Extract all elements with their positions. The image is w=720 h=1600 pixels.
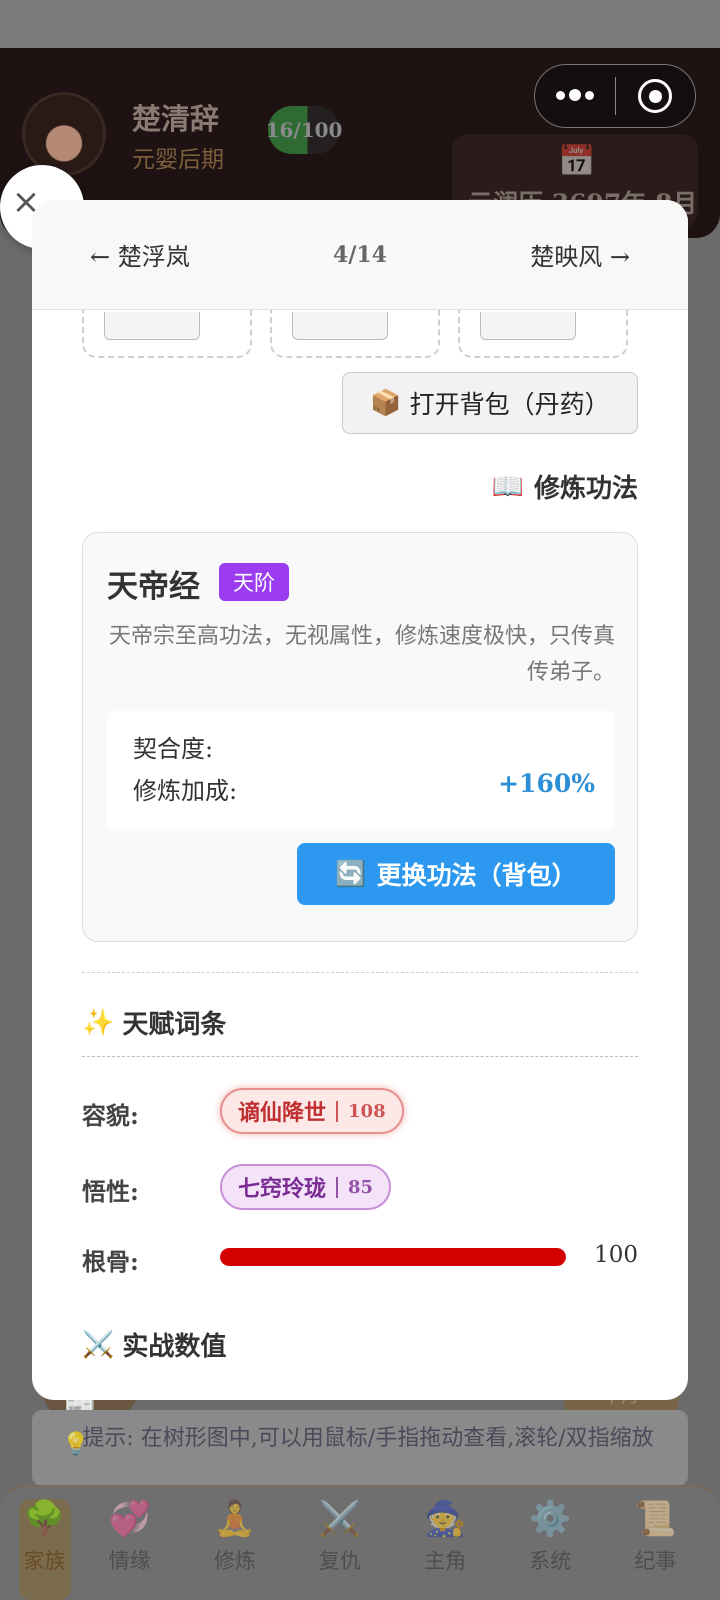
nav-label: 情缘 — [108, 1549, 151, 1573]
character-detail-modal: ← 楚浮岚 4/14 楚映风 → 📦 打开背包（丹药） 📖 修炼功法 天帝经 天… — [32, 200, 688, 1400]
trait-row-bone: 根骨: 100 — [82, 1234, 638, 1282]
nav-label: 修炼 — [213, 1549, 256, 1573]
section-title-text: 天赋词条 — [122, 1010, 227, 1040]
bone-value: 100 — [594, 1242, 638, 1268]
miniprogram-capsule — [534, 64, 696, 128]
lightbulb-icon: 💡 — [62, 1432, 90, 1457]
nav-label: 系统 — [529, 1549, 572, 1573]
book-icon: 📖 — [491, 471, 524, 502]
nav-revenge[interactable]: ⚔️ 复仇 — [294, 1499, 386, 1600]
nav-romance[interactable]: 💞 情缘 — [84, 1499, 176, 1600]
trait-label: 容貌: — [82, 1101, 139, 1130]
fit-label: 契合度: — [133, 735, 214, 763]
technique-description: 天帝宗至高功法，无视属性，修炼速度极快，只传真传弟子。 — [108, 624, 615, 685]
bonus-label: 修炼加成: — [133, 777, 238, 805]
section-title-text: 修炼功法 — [533, 474, 638, 504]
character-name: 楚清辞 — [132, 102, 220, 136]
trait-tag-value: 85 — [336, 1176, 373, 1198]
refresh-icon: 🔄 — [335, 859, 367, 888]
technique-stats: 契合度: 修炼加成: +160% — [107, 711, 615, 831]
page-indicator: 4/14 — [333, 241, 387, 268]
trait-tag[interactable]: 七窍玲珑 85 — [220, 1164, 392, 1210]
bottom-nav: 🌳 家族 💞 情缘 🧘 修炼 ⚔️ 复仇 🧙 主角 ⚙️ 系统 📜 纪事 — [0, 1485, 720, 1600]
avatar[interactable] — [22, 92, 106, 176]
bonus-value: +160% — [498, 769, 595, 798]
modal-body[interactable]: 📦 打开背包（丹药） 📖 修炼功法 天帝经 天阶 天帝宗至高功法，无视属性，修炼… — [32, 250, 688, 1400]
nav-cultivate[interactable]: 🧘 修炼 — [189, 1499, 281, 1600]
bone-bar — [220, 1248, 566, 1266]
gear-icon: ⚙️ — [529, 1499, 572, 1539]
tip-text: 提示: 在树形图中,可以用鼠标/手指拖动查看,滚轮/双指缩放 — [82, 1426, 654, 1451]
swap-technique-button[interactable]: 🔄 更换功法（背包） — [297, 843, 615, 905]
talent-section-title: ✨ 天赋词条 — [82, 1004, 226, 1041]
crossed-swords-icon: ⚔️ — [82, 1329, 115, 1360]
trait-tag-text: 谪仙降世 — [238, 1100, 327, 1126]
nav-family[interactable]: 🌳 家族 — [18, 1499, 71, 1600]
character-realm: 元婴后期 — [132, 147, 224, 173]
open-bag-button[interactable]: 📦 打开背包（丹药） — [342, 372, 638, 434]
section-title-text: 实战数值 — [122, 1332, 227, 1362]
scroll-icon: 📜 — [634, 1499, 677, 1539]
trait-tag-text: 七窍玲珑 — [238, 1176, 327, 1202]
combat-section-title: ⚔️ 实战数值 — [82, 1326, 226, 1363]
open-bag-label: 打开背包（丹药） — [409, 390, 610, 419]
slot-select-button[interactable] — [480, 312, 576, 340]
technique-section-title: 📖 修炼功法 — [492, 468, 638, 505]
slot-select-button[interactable] — [292, 312, 388, 340]
trait-label: 悟性: — [82, 1177, 139, 1206]
modal-header: ← 楚浮岚 4/14 楚映风 → — [32, 200, 688, 310]
trait-row-appearance: 容貌: 谪仙降世 108 — [82, 1088, 638, 1136]
tree-icon: 🌳 — [23, 1499, 66, 1539]
trait-tag-value: 108 — [336, 1100, 386, 1122]
nav-label: 主角 — [424, 1549, 467, 1573]
next-character-link[interactable]: 楚映风 → — [530, 237, 630, 272]
calendar-icon: 📅 — [558, 144, 596, 179]
nav-label: 家族 — [23, 1549, 66, 1573]
exp-badge: 16/100 — [266, 106, 342, 154]
nav-label: 纪事 — [634, 1549, 677, 1573]
more-icon[interactable] — [535, 89, 615, 102]
nav-label: 复仇 — [318, 1549, 361, 1573]
mage-icon: 🧙 — [423, 1499, 467, 1539]
divider — [82, 972, 638, 973]
tip-box: 💡 提示: 在树形图中,可以用鼠标/手指拖动查看,滚轮/双指缩放 — [32, 1410, 688, 1486]
divider — [82, 1056, 638, 1057]
technique-card: 天帝经 天阶 天帝宗至高功法，无视属性，修炼速度极快，只传真传弟子。 契合度: … — [82, 532, 638, 942]
prev-character-link[interactable]: ← 楚浮岚 — [90, 237, 190, 272]
technique-name: 天帝经 — [107, 569, 200, 605]
slot-select-button[interactable] — [104, 312, 200, 340]
status-strip — [0, 0, 720, 48]
crossed-swords-icon: ⚔️ — [318, 1499, 362, 1539]
swap-technique-label: 更换功法（背包） — [376, 861, 577, 890]
hearts-icon: 💞 — [108, 1499, 151, 1539]
nav-chronicle[interactable]: 📜 纪事 — [609, 1499, 701, 1600]
package-icon: 📦 — [370, 388, 402, 417]
tier-badge: 天阶 — [219, 563, 289, 601]
nav-protagonist[interactable]: 🧙 主角 — [399, 1499, 491, 1600]
exit-miniprogram-icon[interactable] — [616, 79, 696, 113]
bone-bar-fill — [220, 1248, 566, 1266]
nav-system[interactable]: ⚙️ 系统 — [504, 1499, 596, 1600]
meditation-icon: 🧘 — [213, 1499, 257, 1539]
trait-row-comprehension: 悟性: 七窍玲珑 85 — [82, 1164, 638, 1212]
sparkles-icon: ✨ — [82, 1007, 115, 1038]
trait-label: 根骨: — [82, 1247, 139, 1276]
trait-tag[interactable]: 谪仙降世 108 — [220, 1088, 404, 1134]
